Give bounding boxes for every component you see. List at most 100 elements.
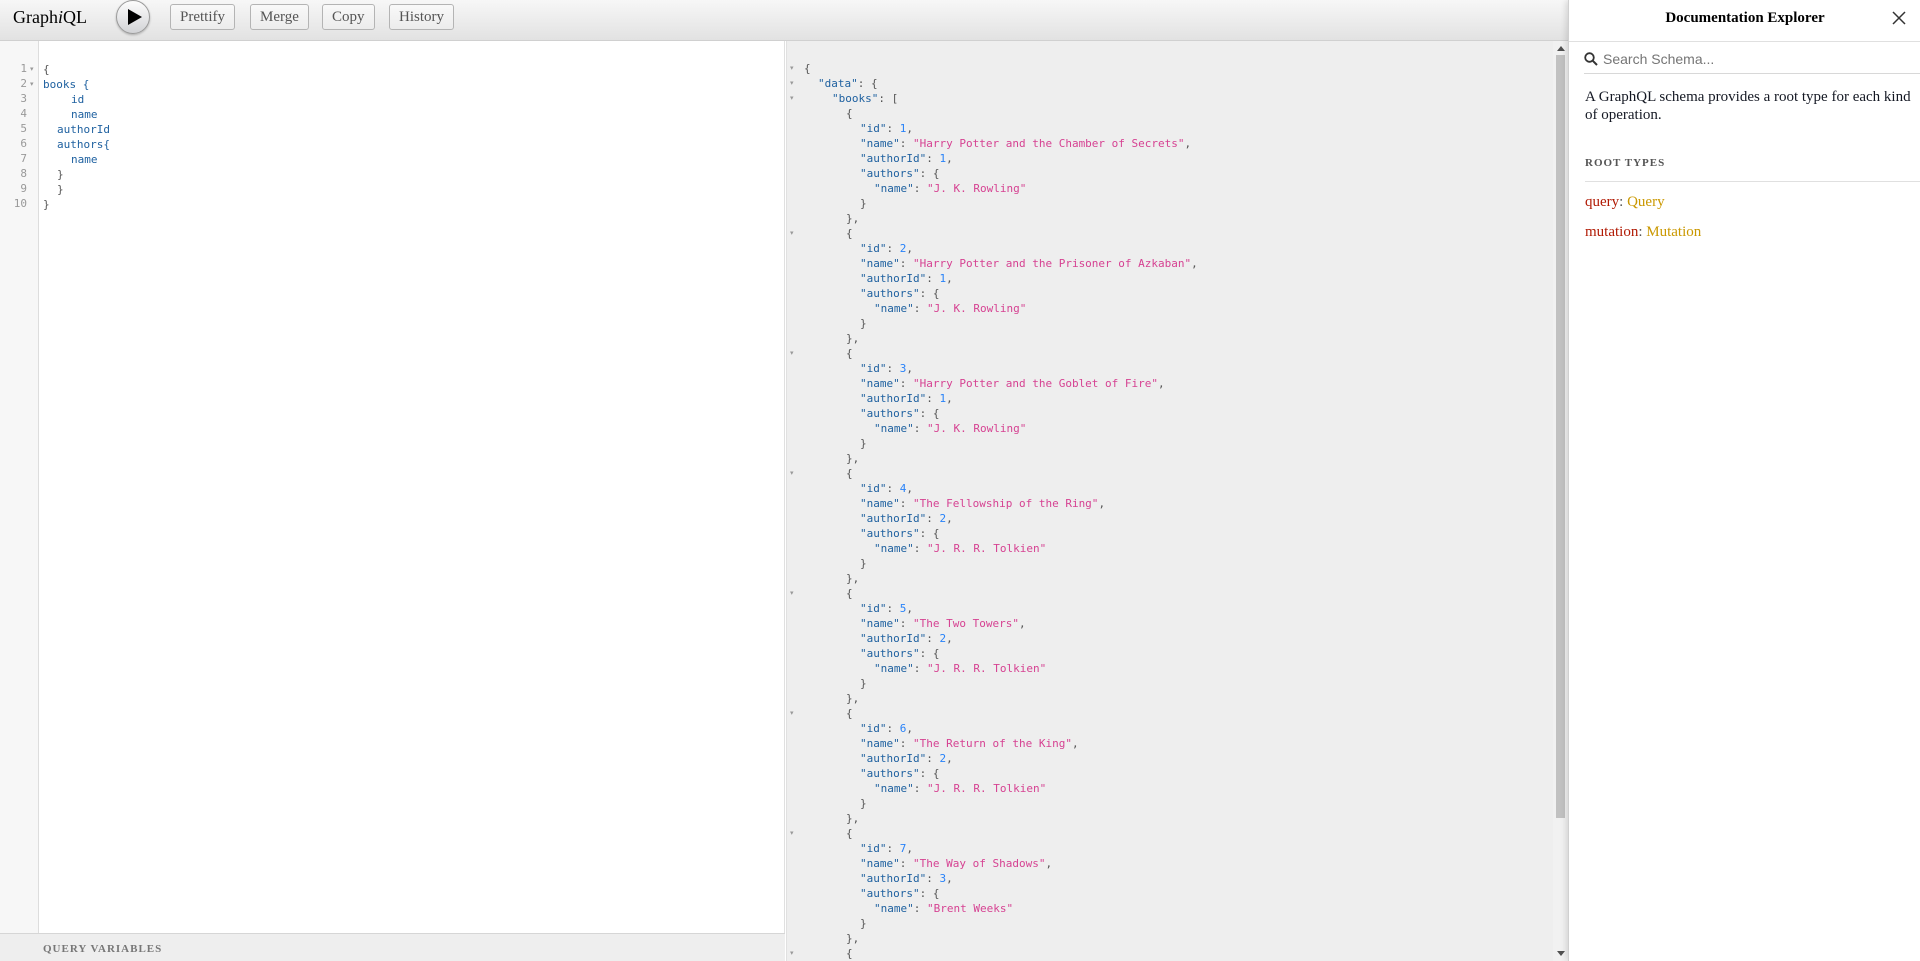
scroll-down-icon[interactable] (1557, 951, 1565, 956)
json-line: "authors": { (860, 167, 940, 180)
json-line: "name": "The Fellowship of the Ring", (860, 497, 1106, 510)
play-icon (127, 9, 142, 25)
schema-search[interactable] (1584, 48, 1920, 74)
json-line: "authorId": 1, (860, 392, 953, 405)
fold-arrow-icon[interactable]: ▾ (790, 349, 794, 357)
json-line: }, (846, 212, 860, 225)
toolbar: GraphiQL Prettify Merge Copy History (0, 0, 1568, 41)
json-line: } (860, 917, 867, 930)
json-line: "name": "J. R. R. Tolkien" (874, 662, 1047, 675)
fold-arrow-icon[interactable]: ▾ (30, 80, 34, 88)
fold-arrow-icon[interactable]: ▾ (790, 229, 794, 237)
doc-explorer-title: Documentation Explorer (1665, 10, 1825, 26)
json-line: "id": 6, (860, 722, 913, 735)
result-scrollbar[interactable] (1553, 41, 1568, 961)
json-line: { (846, 227, 853, 240)
code-line: { (43, 63, 50, 76)
json-line: { (804, 62, 811, 75)
json-line: }, (846, 812, 860, 825)
json-line: "id": 5, (860, 602, 913, 615)
json-line: "authors": { (860, 647, 940, 660)
result-viewer[interactable]: ▾ {▾ "data": {▾ "books": [{"id": 1, "name": … (786, 41, 1568, 961)
fold-arrow-icon[interactable]: ▾ (790, 829, 794, 837)
json-line: "authorId": 2, (860, 512, 953, 525)
json-line: "name": "J. R. R. Tolkien" (874, 542, 1047, 555)
json-line: "name": "J. R. R. Tolkien" (874, 782, 1047, 795)
root-type-mutation: mutation: Mutation (1585, 224, 1702, 240)
line-number: 6 (20, 137, 27, 150)
search-icon (1584, 52, 1598, 66)
scroll-up-icon[interactable] (1557, 46, 1565, 51)
json-line: } (860, 677, 867, 690)
fold-arrow-icon[interactable]: ▾ (790, 79, 794, 87)
json-line: "authors": { (860, 767, 940, 780)
json-line: "authors": { (860, 887, 940, 900)
json-line: "name": "Harry Potter and the Chamber of… (860, 137, 1192, 150)
json-line: "authorId": 1, (860, 152, 953, 165)
line-number: 9 (20, 182, 27, 195)
prettify-button[interactable]: Prettify (170, 4, 235, 30)
close-icon[interactable] (1892, 11, 1906, 25)
json-line: { (846, 587, 853, 600)
code-line: } (43, 198, 50, 211)
code-line: } (57, 168, 64, 181)
query-type-link[interactable]: Query (1627, 194, 1665, 210)
line-number: 4 (20, 107, 27, 120)
code-line: name (71, 153, 98, 166)
line-number: 5 (20, 122, 27, 135)
code-line: name (71, 108, 98, 121)
line-number: 7 (20, 152, 27, 165)
json-line: "authorId": 1, (860, 272, 953, 285)
root-types-heading: ROOT TYPES (1585, 157, 1666, 169)
fold-arrow-icon[interactable]: ▾ (790, 949, 794, 957)
json-line: "id": 2, (860, 242, 913, 255)
fold-arrow-icon[interactable]: ▾ (790, 589, 794, 597)
json-line: "authorId": 2, (860, 752, 953, 765)
json-line: "name": "Harry Potter and the Goblet of … (860, 377, 1165, 390)
json-line: } (860, 197, 867, 210)
merge-button[interactable]: Merge (250, 4, 309, 30)
query-variables-bar[interactable]: Query Variables (0, 933, 785, 961)
json-line: "authors": { (860, 287, 940, 300)
fold-arrow-icon[interactable]: ▾ (790, 64, 794, 72)
fold-arrow-icon[interactable]: ▾ (790, 94, 794, 102)
line-number: 10 (13, 197, 27, 210)
query-editor[interactable]: 1 ▾ {2 ▾ books {3 id 4 name 5 authorId 6 authors{7 n… (0, 41, 785, 961)
json-line: "authors": { (860, 527, 940, 540)
json-line: "id": 1, (860, 122, 913, 135)
json-line: { (846, 347, 853, 360)
search-schema-input[interactable] (1603, 48, 1913, 70)
scrollbar-thumb[interactable] (1556, 55, 1565, 818)
line-number: 8 (20, 167, 27, 180)
json-line: { (846, 107, 853, 120)
json-line: } (860, 317, 867, 330)
fold-arrow-icon[interactable]: ▾ (790, 469, 794, 477)
root-types-divider (1585, 181, 1920, 182)
json-line: }, (846, 572, 860, 585)
code-line: books { (43, 78, 90, 91)
line-number: 1 (20, 62, 27, 75)
schema-description: A GraphQL schema provides a root type fo… (1585, 89, 1911, 123)
json-line: "name": "Harry Potter and the Prisoner o… (860, 257, 1198, 270)
execute-query-button[interactable] (116, 0, 150, 34)
json-line: "id": 7, (860, 842, 913, 855)
doc-header-divider (1569, 41, 1920, 42)
history-button[interactable]: History (389, 4, 454, 30)
code-line: authors{ (57, 138, 110, 151)
mutation-type-link[interactable]: Mutation (1646, 224, 1701, 240)
query-variables-label: Query Variables (43, 943, 163, 955)
fold-arrow-icon[interactable]: ▾ (790, 709, 794, 717)
json-line: { (846, 947, 853, 960)
json-line: { (846, 467, 853, 480)
json-line: "authorId": 2, (860, 632, 953, 645)
json-line: "id": 4, (860, 482, 913, 495)
line-number: 2 (20, 77, 27, 90)
json-line: "name": "J. K. Rowling" (874, 182, 1027, 195)
copy-button[interactable]: Copy (322, 4, 375, 30)
json-line: "name": "J. K. Rowling" (874, 422, 1027, 435)
fold-arrow-icon[interactable]: ▾ (30, 65, 34, 73)
json-line: } (860, 437, 867, 450)
json-line: "authorId": 3, (860, 872, 953, 885)
json-line: "name": "The Way of Shadows", (860, 857, 1053, 870)
json-line: "name": "The Two Towers", (860, 617, 1026, 630)
